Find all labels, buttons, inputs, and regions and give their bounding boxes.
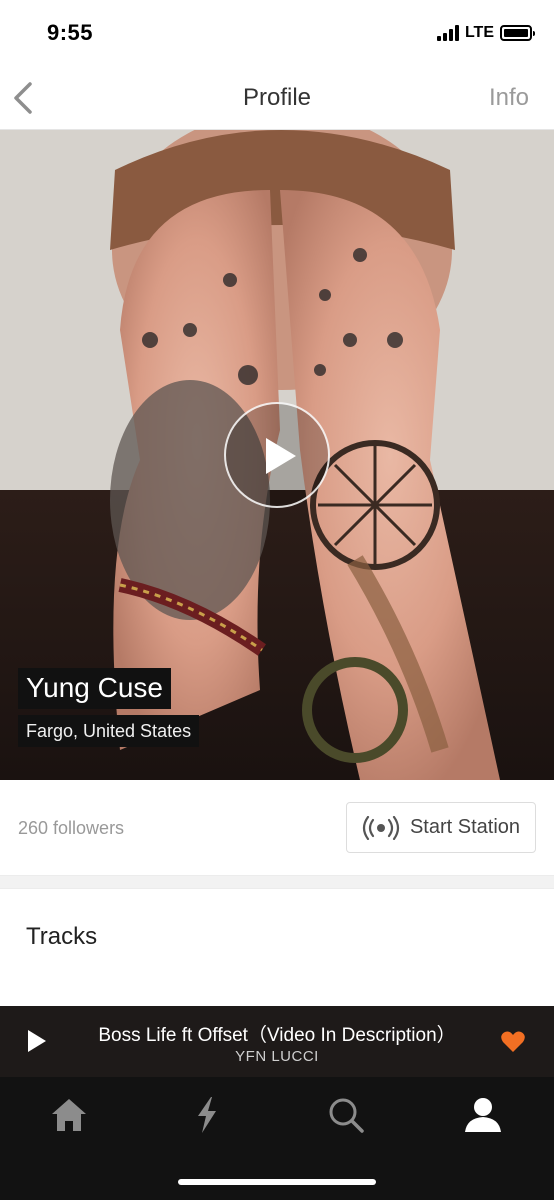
info-button[interactable]: Info (489, 84, 529, 112)
tab-home[interactable] (49, 1095, 89, 1135)
play-video-button[interactable] (224, 402, 330, 508)
artist-hero-image: Yung Cuse Fargo, United States (0, 130, 554, 780)
artist-name: Yung Cuse (18, 668, 171, 709)
tracks-section: Tracks (0, 889, 554, 1006)
tab-search[interactable] (326, 1095, 366, 1135)
profile-stats-row: 260 followers Start Station (0, 780, 554, 875)
section-divider (0, 875, 554, 889)
status-time: 9:55 (47, 20, 94, 45)
followers-count[interactable]: 260 followers (18, 818, 124, 839)
status-bar: 9:55 LTE (0, 0, 554, 66)
start-station-button[interactable]: Start Station (346, 802, 536, 853)
home-icon (52, 1099, 86, 1131)
home-indicator[interactable] (178, 1179, 376, 1185)
start-station-label: Start Station (409, 816, 521, 838)
mini-player[interactable]: Boss Life ft Offset（Video In Description… (0, 1006, 554, 1077)
status-indicators: LTE (436, 24, 535, 42)
lightning-icon (198, 1097, 216, 1133)
nav-bar: Profile Info (0, 66, 554, 130)
tracks-heading[interactable]: Tracks (26, 923, 97, 951)
search-icon (329, 1098, 364, 1133)
page-title: Profile (242, 84, 312, 111)
tab-stream[interactable] (187, 1095, 227, 1135)
profile-icon (465, 1098, 501, 1132)
artist-location: Fargo, United States (18, 715, 200, 747)
heart-icon (501, 1031, 525, 1052)
play-icon (266, 438, 296, 474)
now-playing-artist: YFN LUCCI (235, 1048, 319, 1065)
network-type: LTE (464, 24, 494, 41)
cellular-signal-icon (436, 25, 459, 41)
like-button[interactable] (500, 1030, 526, 1059)
battery-icon (500, 25, 535, 41)
tab-profile[interactable] (463, 1095, 503, 1135)
broadcast-icon (362, 815, 400, 840)
now-playing-title: Boss Life ft Offset（Video In Description… (98, 1025, 456, 1046)
